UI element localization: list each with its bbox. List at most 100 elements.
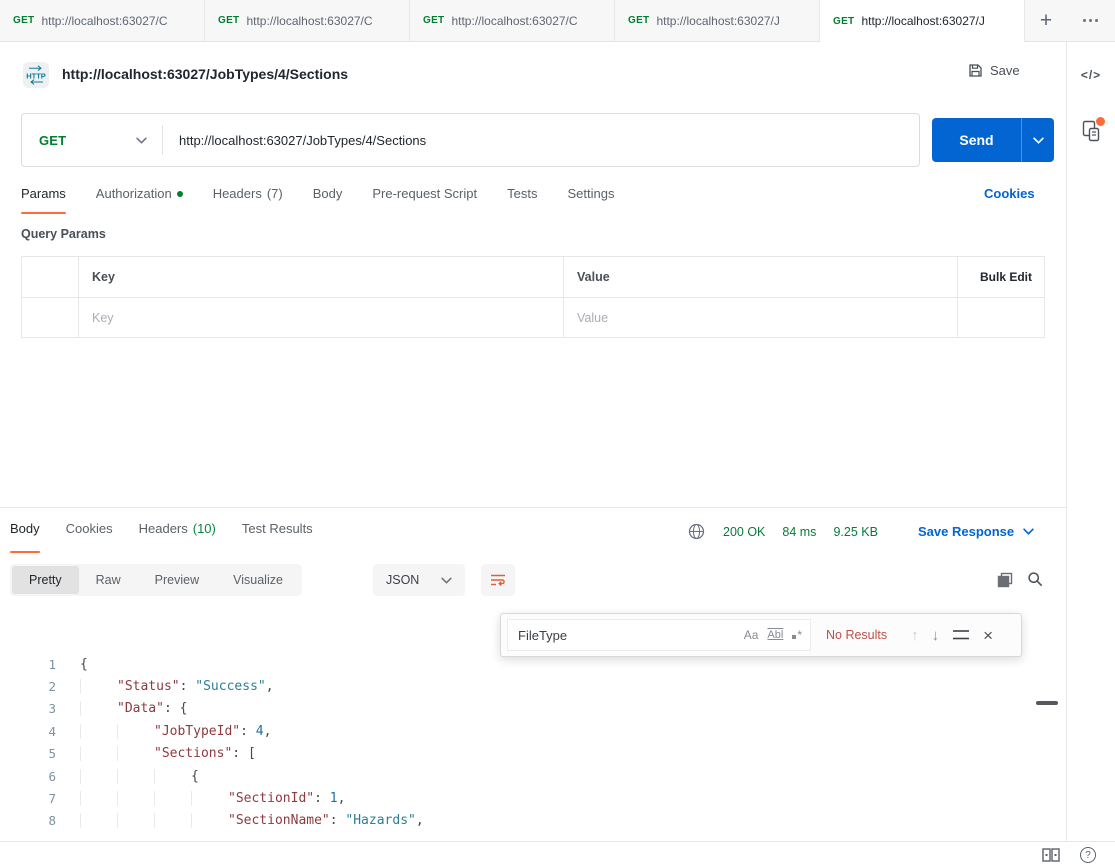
request-tab[interactable]: GET http://localhost:63027/C	[205, 0, 410, 41]
indent-guide	[154, 769, 191, 784]
response-divider	[0, 507, 1066, 508]
whole-word-toggle[interactable]: Abl	[767, 629, 783, 641]
request-url-bar: GET http://localhost:63027/JobTypes/4/Se…	[21, 113, 920, 167]
response-tab-test-results[interactable]: Test Results	[242, 510, 313, 553]
response-time: 84 ms	[782, 525, 816, 539]
tab-settings[interactable]: Settings	[567, 180, 614, 214]
svg-text:HTTP: HTTP	[26, 72, 46, 81]
tab-label: Tests	[507, 186, 537, 201]
tab-body[interactable]: Body	[313, 180, 343, 214]
url-input[interactable]: http://localhost:63027/JobTypes/4/Sectio…	[163, 133, 919, 148]
regex-toggle[interactable]: *	[792, 628, 802, 642]
send-label[interactable]: Send	[932, 118, 1021, 162]
code-line: 2"Status": "Success",	[0, 675, 1066, 697]
scrollbar-thumb[interactable]	[1036, 701, 1058, 705]
json-token: {	[180, 701, 188, 716]
response-tab-cookies[interactable]: Cookies	[66, 510, 113, 553]
tab-params[interactable]: Params	[21, 180, 66, 214]
more-tabs-icon[interactable]	[1067, 0, 1113, 41]
chevron-down-icon	[1023, 528, 1034, 535]
view-tab-raw[interactable]: Raw	[79, 566, 138, 594]
documentation-icon[interactable]	[1081, 120, 1101, 142]
param-value-input[interactable]: Value	[563, 298, 957, 337]
new-tab-button[interactable]: +	[1025, 0, 1067, 41]
tab-method-label: GET	[218, 15, 239, 26]
code-line: 5"Sections": [	[0, 743, 1066, 765]
request-tab[interactable]: GEThttp://localhost:63027/J	[615, 0, 820, 41]
find-next-icon[interactable]: ↓	[932, 627, 940, 644]
indent-guide	[80, 769, 117, 784]
query-params-header-row: Key Value Bulk Edit	[22, 257, 1044, 297]
tab-tests[interactable]: Tests	[507, 180, 537, 214]
tab-label: Cookies	[66, 521, 113, 536]
save-button[interactable]: Save	[968, 63, 1020, 78]
copy-response-icon[interactable]	[997, 572, 1013, 588]
tab-method-label: GET	[833, 16, 854, 27]
row-handle-column	[22, 257, 78, 297]
send-button[interactable]: Send	[932, 118, 1054, 162]
response-tab-headers[interactable]: Headers(10)	[139, 510, 216, 553]
help-icon[interactable]: ?	[1080, 847, 1096, 863]
code-content: "Status": "Success",	[80, 679, 274, 694]
line-number: 8	[0, 813, 56, 828]
format-selector[interactable]: JSON	[373, 564, 465, 596]
indent-guide	[191, 791, 228, 806]
find-bar: Aa Abl * No Results ↑ ↓ ×	[500, 613, 1022, 657]
indent-guide	[154, 813, 191, 828]
view-tab-visualize[interactable]: Visualize	[216, 566, 300, 594]
find-input-wrap: Aa Abl *	[507, 619, 811, 651]
indent-guide	[117, 746, 154, 761]
tab-headers[interactable]: Headers(7)	[213, 180, 283, 214]
value-column-header: Value	[563, 257, 957, 297]
tab-url-label: http://localhost:63027/J	[656, 14, 779, 28]
method-selector[interactable]: GET	[22, 114, 162, 166]
send-options-button[interactable]	[1021, 118, 1054, 162]
find-options-icon[interactable]	[952, 629, 970, 641]
indent-guide	[80, 791, 117, 806]
wrap-lines-button[interactable]	[481, 564, 515, 596]
request-tab[interactable]: GET http://localhost:63027/J	[820, 0, 1025, 42]
code-content: "Data": {	[80, 701, 187, 716]
tab-url-label: http://localhost:63027/J	[861, 14, 984, 28]
method-label: GET	[39, 133, 66, 148]
json-token: "Hazards"	[345, 813, 415, 828]
response-body-code: 1{2"Status": "Success",3"Data": {4"JobTy…	[0, 653, 1066, 841]
cookies-link[interactable]: Cookies	[984, 186, 1035, 201]
tab-label: Test Results	[242, 521, 313, 536]
match-case-toggle[interactable]: Aa	[744, 628, 759, 642]
save-response-button[interactable]: Save Response	[918, 510, 1034, 553]
indent-guide	[117, 724, 154, 739]
response-tabs: Body Cookies Headers(10) Test Results	[10, 510, 313, 553]
request-tab[interactable]: GEThttp://localhost:63027/C	[410, 0, 615, 41]
response-tab-body[interactable]: Body	[10, 510, 40, 553]
status-badge: 200 OK	[723, 525, 765, 539]
line-number: 5	[0, 746, 56, 761]
find-input[interactable]	[518, 628, 735, 643]
request-tab[interactable]: GEThttp://localhost:63027/C	[0, 0, 205, 41]
json-token: [	[248, 746, 256, 761]
code-snippet-icon[interactable]: </>	[1067, 68, 1115, 82]
auth-configured-dot	[177, 191, 183, 197]
tab-authorization[interactable]: Authorization	[96, 180, 183, 214]
line-number: 6	[0, 769, 56, 784]
tab-pre-request-script[interactable]: Pre-request Script	[372, 180, 477, 214]
close-find-icon[interactable]: ×	[983, 627, 993, 644]
tab-count: (7)	[267, 186, 283, 201]
param-key-input[interactable]: Key	[78, 298, 563, 337]
tab-url-label: http://localhost:63027/C	[246, 14, 372, 28]
view-tab-pretty[interactable]: Pretty	[12, 566, 79, 594]
find-previous-icon[interactable]: ↑	[911, 627, 919, 644]
tab-label: Pre-request Script	[372, 186, 477, 201]
query-params-table: Key Value Bulk Edit Key Value	[21, 256, 1045, 338]
toggle-panel-icon[interactable]	[1042, 848, 1060, 862]
view-tab-preview[interactable]: Preview	[138, 566, 216, 594]
json-token: "Data"	[117, 701, 164, 716]
indent-guide	[154, 791, 191, 806]
bulk-edit-button[interactable]: Bulk Edit	[980, 270, 1032, 284]
network-info-icon[interactable]	[688, 523, 705, 540]
key-column-header: Key	[78, 257, 563, 297]
json-token: "SectionId"	[228, 791, 314, 806]
tab-label: Body	[313, 186, 343, 201]
response-size: 9.25 KB	[833, 525, 877, 539]
search-response-icon[interactable]	[1027, 571, 1043, 587]
